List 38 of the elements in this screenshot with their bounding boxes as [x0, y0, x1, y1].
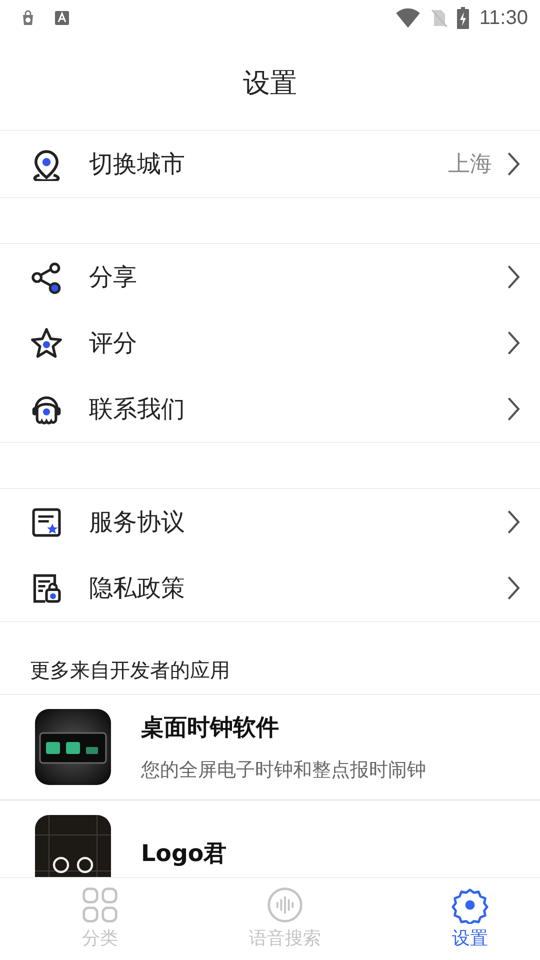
row-label: 隐私政策 — [89, 573, 186, 604]
chevron-right-icon — [506, 264, 520, 290]
settings-row[interactable]: 切换城市 上海 — [0, 131, 540, 197]
settings-row[interactable]: 服务协议 — [0, 489, 540, 555]
shopping-bag-icon — [20, 10, 36, 26]
row-label: 分享 — [89, 262, 138, 293]
chevron-right-icon — [506, 151, 520, 177]
grid-icon — [81, 886, 119, 924]
chevron-right-icon — [506, 330, 520, 356]
row-label: 服务协议 — [89, 507, 186, 538]
app-description: 您的全屏电子时钟和整点报时闹钟 — [141, 758, 426, 782]
settings-row[interactable]: 评分 — [0, 310, 540, 376]
chevron-right-icon — [506, 396, 520, 422]
tab[interactable]: 设置 — [420, 878, 520, 960]
row-value: 上海 — [448, 151, 492, 179]
settings-row[interactable]: 联系我们 — [0, 376, 540, 442]
chevron-right-icon — [506, 575, 520, 601]
row-label: 评分 — [89, 328, 138, 359]
no-sim-icon — [431, 8, 448, 28]
wifi-icon — [395, 7, 422, 29]
app-row[interactable]: 桌面时钟软件 您的全屏电子时钟和整点报时闹钟 — [0, 695, 540, 801]
settings-row[interactable]: 隐私政策 — [0, 555, 540, 621]
voice-wave-icon — [266, 886, 304, 924]
font-icon — [54, 10, 70, 26]
status-time: 11:30 — [479, 6, 528, 30]
chevron-right-icon — [506, 509, 520, 535]
star-icon — [30, 326, 63, 360]
share-icon — [30, 260, 63, 294]
clock-app-icon — [35, 709, 111, 785]
page-title: 设置 — [243, 67, 297, 101]
row-label: 联系我们 — [89, 394, 186, 425]
battery-charging-icon — [457, 7, 470, 29]
app-name: Logo君 — [141, 840, 227, 868]
app-name: 桌面时钟软件 — [141, 714, 280, 742]
row-label: 切换城市 — [89, 149, 186, 180]
settings-row[interactable]: 分享 — [0, 244, 540, 310]
section-heading: 更多来自开发者的应用 — [0, 622, 540, 695]
settings-icon — [451, 886, 489, 924]
